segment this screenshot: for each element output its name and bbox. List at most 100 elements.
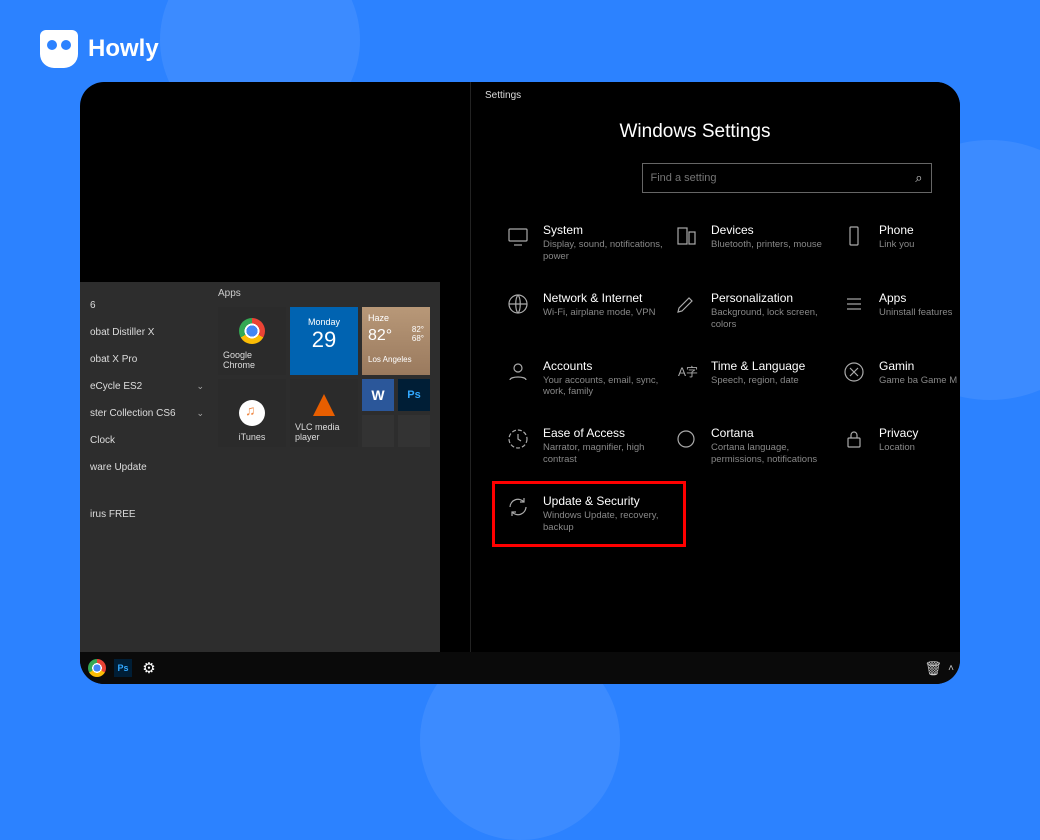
list-item[interactable]: irus FREE [86, 501, 208, 528]
tile-chrome[interactable]: Google Chrome [218, 307, 286, 375]
list-item[interactable]: obat X Pro [86, 346, 208, 373]
search-input[interactable] [651, 172, 916, 184]
taskbar-settings[interactable]: ⚙ [138, 657, 160, 679]
setting-desc: Wi-Fi, airplane mode, VPN [543, 307, 655, 319]
setting-desc: Display, sound, notifications, power [543, 239, 673, 263]
list-item[interactable]: ster Collection CS6 ⌄ [86, 400, 208, 427]
setting-system[interactable]: System Display, sound, notifications, pow… [505, 223, 673, 263]
apps-heading: Apps [218, 288, 430, 299]
taskbar: Ps ⚙ 🗑 ˄ [80, 652, 960, 684]
screenshot-frame: 6 obat Distiller X obat X Pro eCycle ES2… [80, 82, 960, 684]
setting-phone[interactable]: Phone Link you [841, 223, 960, 263]
list-item-label: ster Collection CS6 [90, 408, 176, 419]
setting-privacy[interactable]: PrivacyLocation [841, 426, 960, 466]
weather-condition: Haze [368, 313, 424, 323]
setting-title: Time & Language [711, 359, 805, 373]
list-item-label: irus FREE [90, 509, 136, 520]
list-item[interactable]: ware Update [86, 454, 208, 481]
tile-label: VLC media player [295, 422, 353, 442]
setting-title: Personalization [711, 291, 841, 305]
taskbar-photoshop[interactable]: Ps [112, 657, 134, 679]
list-item[interactable]: obat Distiller X [86, 319, 208, 346]
setting-desc: Cortana language, permissions, notificat… [711, 442, 841, 466]
chevron-down-icon: ⌄ [196, 408, 204, 419]
setting-desc: Game ba Game M [879, 375, 957, 387]
weather-hilo: 82°68° [412, 325, 424, 343]
setting-desc: Background, lock screen, colors [711, 307, 841, 331]
setting-gaming[interactable]: Gamin Game ba Game M [841, 359, 960, 399]
setting-desc: Location [879, 442, 918, 454]
setting-ease-of-access[interactable]: Ease of AccessNarrator, magnifier, high … [505, 426, 673, 466]
tile-label: Google Chrome [223, 350, 281, 370]
chrome-icon [239, 318, 265, 344]
devices-icon [673, 223, 699, 249]
list-item-label: ware Update [90, 462, 147, 473]
setting-accounts[interactable]: AccountsYour accounts, email, sync, work… [505, 359, 673, 399]
owl-icon [40, 30, 78, 68]
tiles-area: Apps Google Chrome Monday 29 Haze 82° 82… [208, 282, 440, 652]
accessibility-icon [505, 426, 531, 452]
page-title: Windows Settings [485, 121, 905, 143]
list-item[interactable]: Clock [86, 427, 208, 454]
settings-search[interactable]: ⌕ [642, 163, 932, 193]
list-item-label: eCycle ES2 [90, 381, 142, 392]
tray-chevron[interactable]: ˄ [948, 663, 954, 674]
setting-time-language[interactable]: A字 Time & Language Speech, region, date [673, 359, 841, 399]
setting-title: Accounts [543, 359, 673, 373]
calendar-day: Monday [290, 317, 358, 327]
setting-title: Gamin [879, 359, 957, 373]
tile-weather[interactable]: Haze 82° 82°68° Los Angeles [362, 307, 430, 375]
display-icon [505, 223, 531, 249]
setting-devices[interactable]: Devices Bluetooth, printers, mouse [673, 223, 841, 263]
list-item-label: obat X Pro [90, 354, 137, 365]
start-app-list: 6 obat Distiller X obat X Pro eCycle ES2… [80, 282, 208, 652]
start-menu: 6 obat Distiller X obat X Pro eCycle ES2… [80, 282, 440, 652]
list-item[interactable]: 6 [86, 292, 208, 319]
tile-vlc[interactable]: VLC media player [290, 379, 358, 447]
tile-photoshop[interactable]: Ps [398, 379, 430, 411]
calendar-date: 29 [290, 327, 358, 353]
list-item-label: 6 [90, 300, 96, 311]
setting-title: Devices [711, 223, 822, 237]
tile-misc[interactable] [398, 415, 430, 447]
list-item-label: obat Distiller X [90, 327, 154, 338]
language-icon: A字 [673, 359, 699, 385]
brush-icon [673, 291, 699, 317]
taskbar-chrome[interactable] [86, 657, 108, 679]
setting-desc: Speech, region, date [711, 375, 805, 387]
setting-desc: Windows Update, recovery, backup [543, 510, 673, 534]
setting-title: Apps [879, 291, 952, 305]
search-icon: ⌕ [915, 170, 922, 186]
recycle-bin-icon[interactable]: 🗑 [924, 660, 942, 677]
chevron-down-icon: ⌄ [196, 381, 204, 392]
setting-desc: Uninstall features [879, 307, 952, 319]
svg-text:A字: A字 [678, 364, 698, 379]
setting-title: Network & Internet [543, 291, 655, 305]
person-icon [505, 359, 531, 385]
chrome-icon [88, 659, 106, 677]
setting-update-security[interactable]: Update & SecurityWindows Update, recover… [499, 488, 679, 540]
setting-title: Phone [879, 223, 914, 237]
phone-icon [841, 223, 867, 249]
gaming-icon [841, 359, 867, 385]
list-item[interactable]: eCycle ES2 ⌄ [86, 373, 208, 400]
setting-apps[interactable]: Apps Uninstall features [841, 291, 960, 331]
setting-title: Ease of Access [543, 426, 673, 440]
gear-icon: ⚙ [142, 659, 155, 677]
vlc-icon [313, 394, 335, 416]
howly-logo: Howly [40, 30, 159, 68]
tile-itunes[interactable]: iTunes [218, 379, 286, 447]
setting-desc: Link you [879, 239, 914, 251]
setting-desc: Bluetooth, printers, mouse [711, 239, 822, 251]
tile-misc[interactable] [362, 415, 394, 447]
setting-personalization[interactable]: Personalization Background, lock screen, … [673, 291, 841, 331]
tile-word[interactable]: W [362, 379, 394, 411]
list-item-label: Clock [90, 435, 115, 446]
window-caption: Settings [485, 90, 960, 101]
tile-label: iTunes [239, 432, 266, 442]
setting-cortana[interactable]: CortanaCortana language, permissions, no… [673, 426, 841, 466]
tile-calendar[interactable]: Monday 29 [290, 307, 358, 375]
settings-grid: System Display, sound, notifications, pow… [485, 223, 960, 534]
setting-network[interactable]: Network & Internet Wi-Fi, airplane mode, … [505, 291, 673, 331]
setting-title: System [543, 223, 673, 237]
